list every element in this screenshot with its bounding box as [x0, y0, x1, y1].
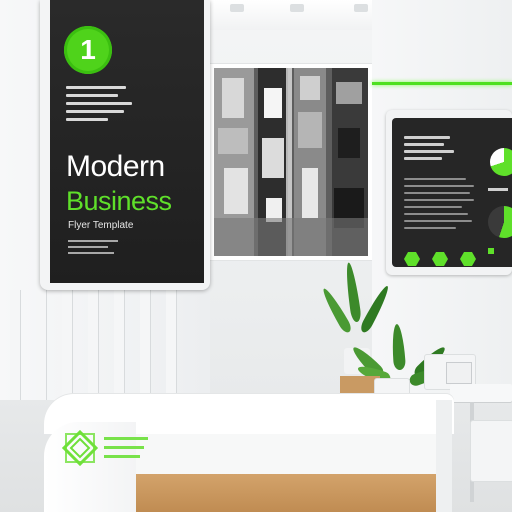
laptop	[446, 362, 472, 384]
chart-label-line	[488, 188, 508, 191]
reception-desk-wood-panel	[136, 474, 436, 512]
hexagon-icon	[460, 252, 476, 266]
badge-number: 1	[80, 34, 96, 65]
reception-desk-band	[136, 434, 436, 474]
city-aerial-photo	[214, 68, 368, 256]
flyer-screen-frame: 1 Modern Business Flyer Template	[40, 0, 210, 290]
city-photo-frame	[210, 64, 372, 260]
hexagon-icon	[432, 252, 448, 266]
reception-desk-side	[436, 400, 452, 512]
hexagon-icon	[404, 252, 420, 266]
flyer-title-line1: Modern	[66, 150, 165, 183]
diamond-logo-icon	[61, 429, 99, 467]
green-led-strip	[372, 82, 512, 85]
side-table	[450, 384, 512, 402]
legend-marker	[488, 248, 494, 254]
flyer-title-line2: Business	[66, 186, 172, 216]
infographic-body-lines	[404, 178, 484, 234]
infographic-heading-lines	[404, 136, 464, 164]
flyer-subtitle: Flyer Template	[68, 220, 134, 231]
flyer-intro-lines	[66, 86, 140, 126]
flyer-contact-lines	[68, 240, 124, 258]
pie-chart-icon	[488, 206, 512, 238]
lounge-chair	[470, 420, 512, 482]
number-badge: 1	[64, 26, 112, 74]
ceiling-light	[354, 4, 368, 12]
infographic-display	[392, 118, 512, 267]
ceiling-light	[230, 4, 244, 12]
booth-scene: 1 Modern Business Flyer Template	[0, 0, 512, 512]
pie-chart-icon	[490, 148, 512, 176]
ceiling-light	[290, 4, 304, 12]
flyer-display: 1 Modern Business Flyer Template	[50, 0, 204, 283]
logo-wordmark	[104, 434, 154, 458]
infographic-screen	[386, 110, 512, 275]
